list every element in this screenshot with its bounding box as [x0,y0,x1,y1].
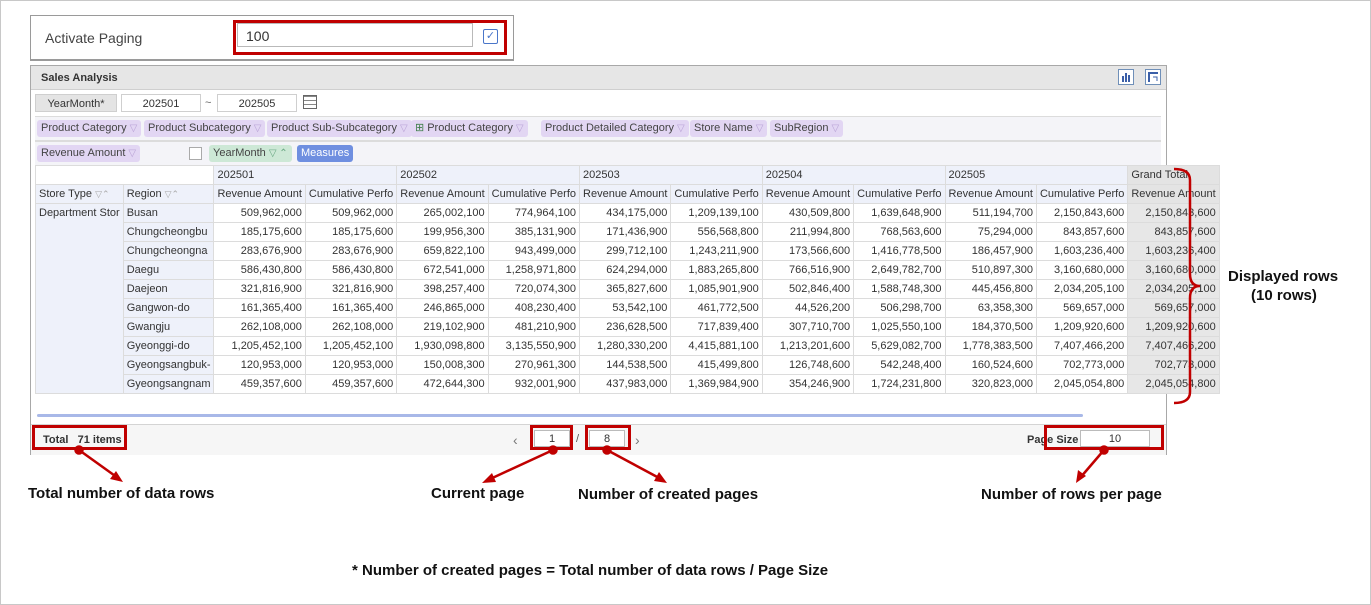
total-rows-label: Total number of data rows [28,485,215,502]
created-pages-label: Number of created pages [578,486,759,503]
formula-note: * Number of created pages = Total number… [352,562,829,579]
displayed-rows-count: (10 rows) [1251,287,1317,304]
annotation-arrows [74,167,1201,483]
rows-per-page-label: Number of rows per page [981,486,1162,503]
current-page-label: Current page [431,485,525,502]
displayed-rows-label: Displayed rows [1228,268,1339,285]
